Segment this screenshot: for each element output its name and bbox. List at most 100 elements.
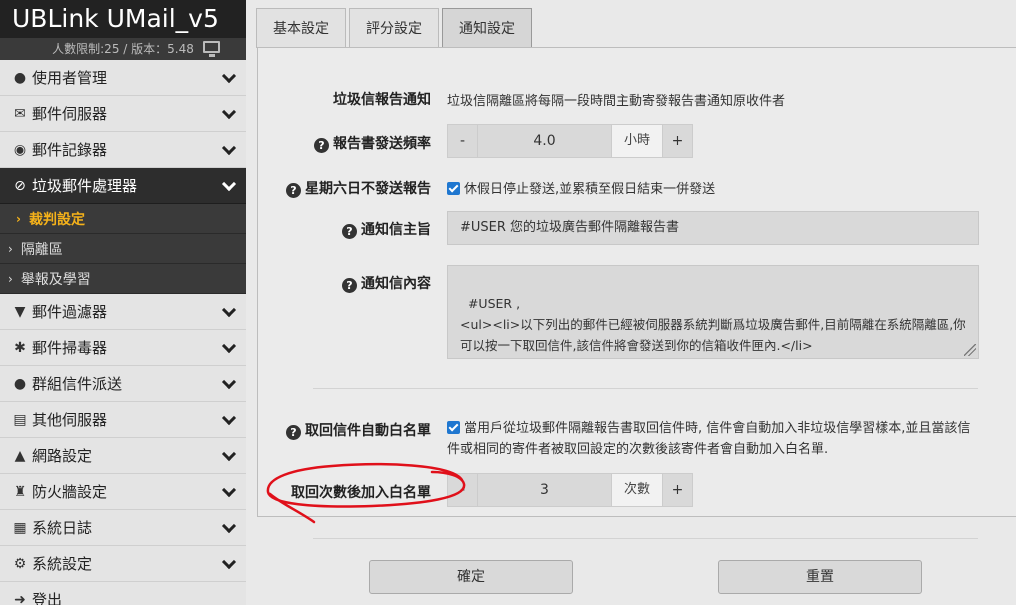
sidebar-item-users[interactable]: ● 使用者管理 [0,60,246,96]
sidebar-item-label: 登出 [32,591,63,605]
weekend-checkbox[interactable] [447,182,460,195]
chevron-down-icon [221,176,237,192]
whitelist-text: 當用戶從垃圾郵件隔離報告書取回信件時, 信件會自動加入非垃圾信學習樣本,並且當該… [447,421,971,457]
chevron-down-icon [221,302,237,318]
caret-right-icon: › [16,211,21,226]
chevron-down-icon [221,104,237,120]
content-text: #USER , <ul><li>以下列出的郵件已經被伺服器系統判斷爲垃圾廣告郵件… [460,296,966,353]
fort-icon: ♜ [13,483,27,500]
tab-notification-settings[interactable]: 通知設定 [442,8,532,48]
count-increment-button[interactable]: + [663,474,692,506]
film-icon: ▦ [13,519,27,536]
weekend-option: 休假日停止發送,並累積至假日結束一併發送 [447,178,715,197]
divider [313,538,978,539]
bug-icon: ✱ [14,339,26,356]
chevron-down-icon [221,554,237,570]
sitemap-icon: ▲ [14,447,26,464]
count-input[interactable]: 3 [477,474,611,506]
weekend-label: ? 星期六日不發送報告 [256,178,431,198]
tab-scoring-settings[interactable]: 評分設定 [349,8,439,48]
sidebar-item-label: 郵件伺服器 [32,105,108,123]
sidebar-item-label: 使用者管理 [32,69,108,87]
sidebar-item-mail-filter[interactable]: ▼ 郵件過濾器 [0,294,246,330]
caret-right-icon: › [8,271,13,286]
ban-icon: ⊘ [14,177,26,194]
tab-bar: 基本設定 評分設定 通知設定 [256,8,535,48]
chevron-down-icon [221,374,237,390]
sidebar-item-label: 垃圾郵件處理器 [32,177,138,195]
sidebar-item-label: 系統設定 [32,555,93,573]
sidebar-subitem-label: 裁判設定 [28,211,85,228]
freq-label: ? 報告書發送頻率 [256,133,431,153]
chevron-down-icon [221,482,237,498]
resize-handle-icon[interactable] [964,344,976,356]
freq-stepper: - 4.0 小時 + [447,124,693,158]
sidebar-item-system-settings[interactable]: ⚙ 系統設定 [0,546,246,582]
chevron-down-icon [221,68,237,84]
sidebar-item-group-dispatch[interactable]: ● 群組信件派送 [0,366,246,402]
sidebar-item-label: 網路設定 [32,447,93,465]
confirm-button[interactable]: 確定 [369,560,573,594]
sidebar-item-firewall[interactable]: ♜ 防火牆設定 [0,474,246,510]
sidebar-subitem-label: 舉報及學習 [20,271,91,288]
camera-icon: ◉ [13,141,27,158]
count-unit: 次數 [611,474,663,506]
brand-title: UBLink UMail_v5 [12,4,219,33]
brand-subtitle: 人數限制:25 / 版本：5.48 [0,38,246,60]
freq-input[interactable]: 4.0 [477,125,611,157]
freq-decrement-button[interactable]: - [448,125,477,157]
annotation-ellipse [266,463,466,524]
help-icon[interactable]: ? [314,138,329,153]
sidebar-item-label: 其他伺服器 [32,411,108,429]
subject-label: ? 通知信主旨 [256,219,431,239]
filter-icon: ▼ [14,303,26,320]
help-icon[interactable]: ? [342,224,357,239]
help-icon[interactable]: ? [286,425,301,440]
sidebar: UBLink UMail_v5 人數限制:25 / 版本：5.48 ● 使用者管… [0,0,246,605]
report-notify-label: 垃圾信報告通知 [333,92,431,108]
whitelist-checkbox[interactable] [447,421,460,434]
user-icon: ● [13,69,27,86]
count-stepper: - 3 次數 + [447,473,693,507]
sidebar-item-label: 郵件掃毒器 [32,339,108,357]
sidebar-item-mail-logger[interactable]: ◉ 郵件記錄器 [0,132,246,168]
sidebar-item-antivirus[interactable]: ✱ 郵件掃毒器 [0,330,246,366]
logout-icon: ➜ [14,591,26,605]
sidebar-item-network[interactable]: ▲ 網路設定 [0,438,246,474]
report-notify-text: 垃圾信隔離區將每隔一段時間主動寄發報告書通知原收件者 [447,94,786,109]
sidebar-subitem-judgement[interactable]: › 裁判設定 [0,204,246,234]
sidebar-item-label: 系統日誌 [32,519,93,537]
monitor-icon[interactable] [203,41,220,57]
tab-basic-settings[interactable]: 基本設定 [256,8,346,48]
reset-button[interactable]: 重置 [718,560,922,594]
sidebar-item-logout[interactable]: ➜ 登出 [0,582,246,605]
gears-icon: ⚙ [13,555,27,572]
sidebar-item-system-log[interactable]: ▦ 系統日誌 [0,510,246,546]
sidebar-subitem-quarantine[interactable]: › 隔離區 [0,234,246,264]
help-icon[interactable]: ? [342,278,357,293]
sidebar-item-label: 郵件記錄器 [32,141,108,159]
sidebar-item-label: 群組信件派送 [32,375,123,393]
chevron-down-icon [221,518,237,534]
sidebar-item-other-servers[interactable]: ▤ 其他伺服器 [0,402,246,438]
chevron-down-icon [221,338,237,354]
sidebar-subitem-label: 隔離區 [20,241,63,258]
freq-increment-button[interactable]: + [663,125,692,157]
sidebar-item-label: 防火牆設定 [32,483,108,501]
users-icon: ● [13,375,27,392]
subject-input[interactable]: #USER 您的垃圾廣告郵件隔離報告書 [447,211,979,245]
caret-right-icon: › [8,241,13,256]
help-icon[interactable]: ? [286,183,301,198]
content-textarea[interactable]: #USER , <ul><li>以下列出的郵件已經被伺服器系統判斷爲垃圾廣告郵件… [447,265,979,359]
chevron-down-icon [221,446,237,462]
weekend-text: 休假日停止發送,並累積至假日結束一併發送 [464,182,716,197]
sidebar-item-spam-processor[interactable]: ⊘ 垃圾郵件處理器 [0,168,246,204]
sidebar-subitem-report-learn[interactable]: › 舉報及學習 [0,264,246,294]
content-label: ? 通知信內容 [256,273,431,293]
chevron-down-icon [221,410,237,426]
sidebar-item-mail-server[interactable]: ✉ 郵件伺服器 [0,96,246,132]
sidebar-item-label: 郵件過濾器 [32,303,108,321]
whitelist-option: 當用戶從垃圾郵件隔離報告書取回信件時, 信件會自動加入非垃圾信學習樣本,並且當該… [447,418,979,460]
server-icon: ▤ [13,411,27,428]
freq-unit: 小時 [611,125,663,157]
